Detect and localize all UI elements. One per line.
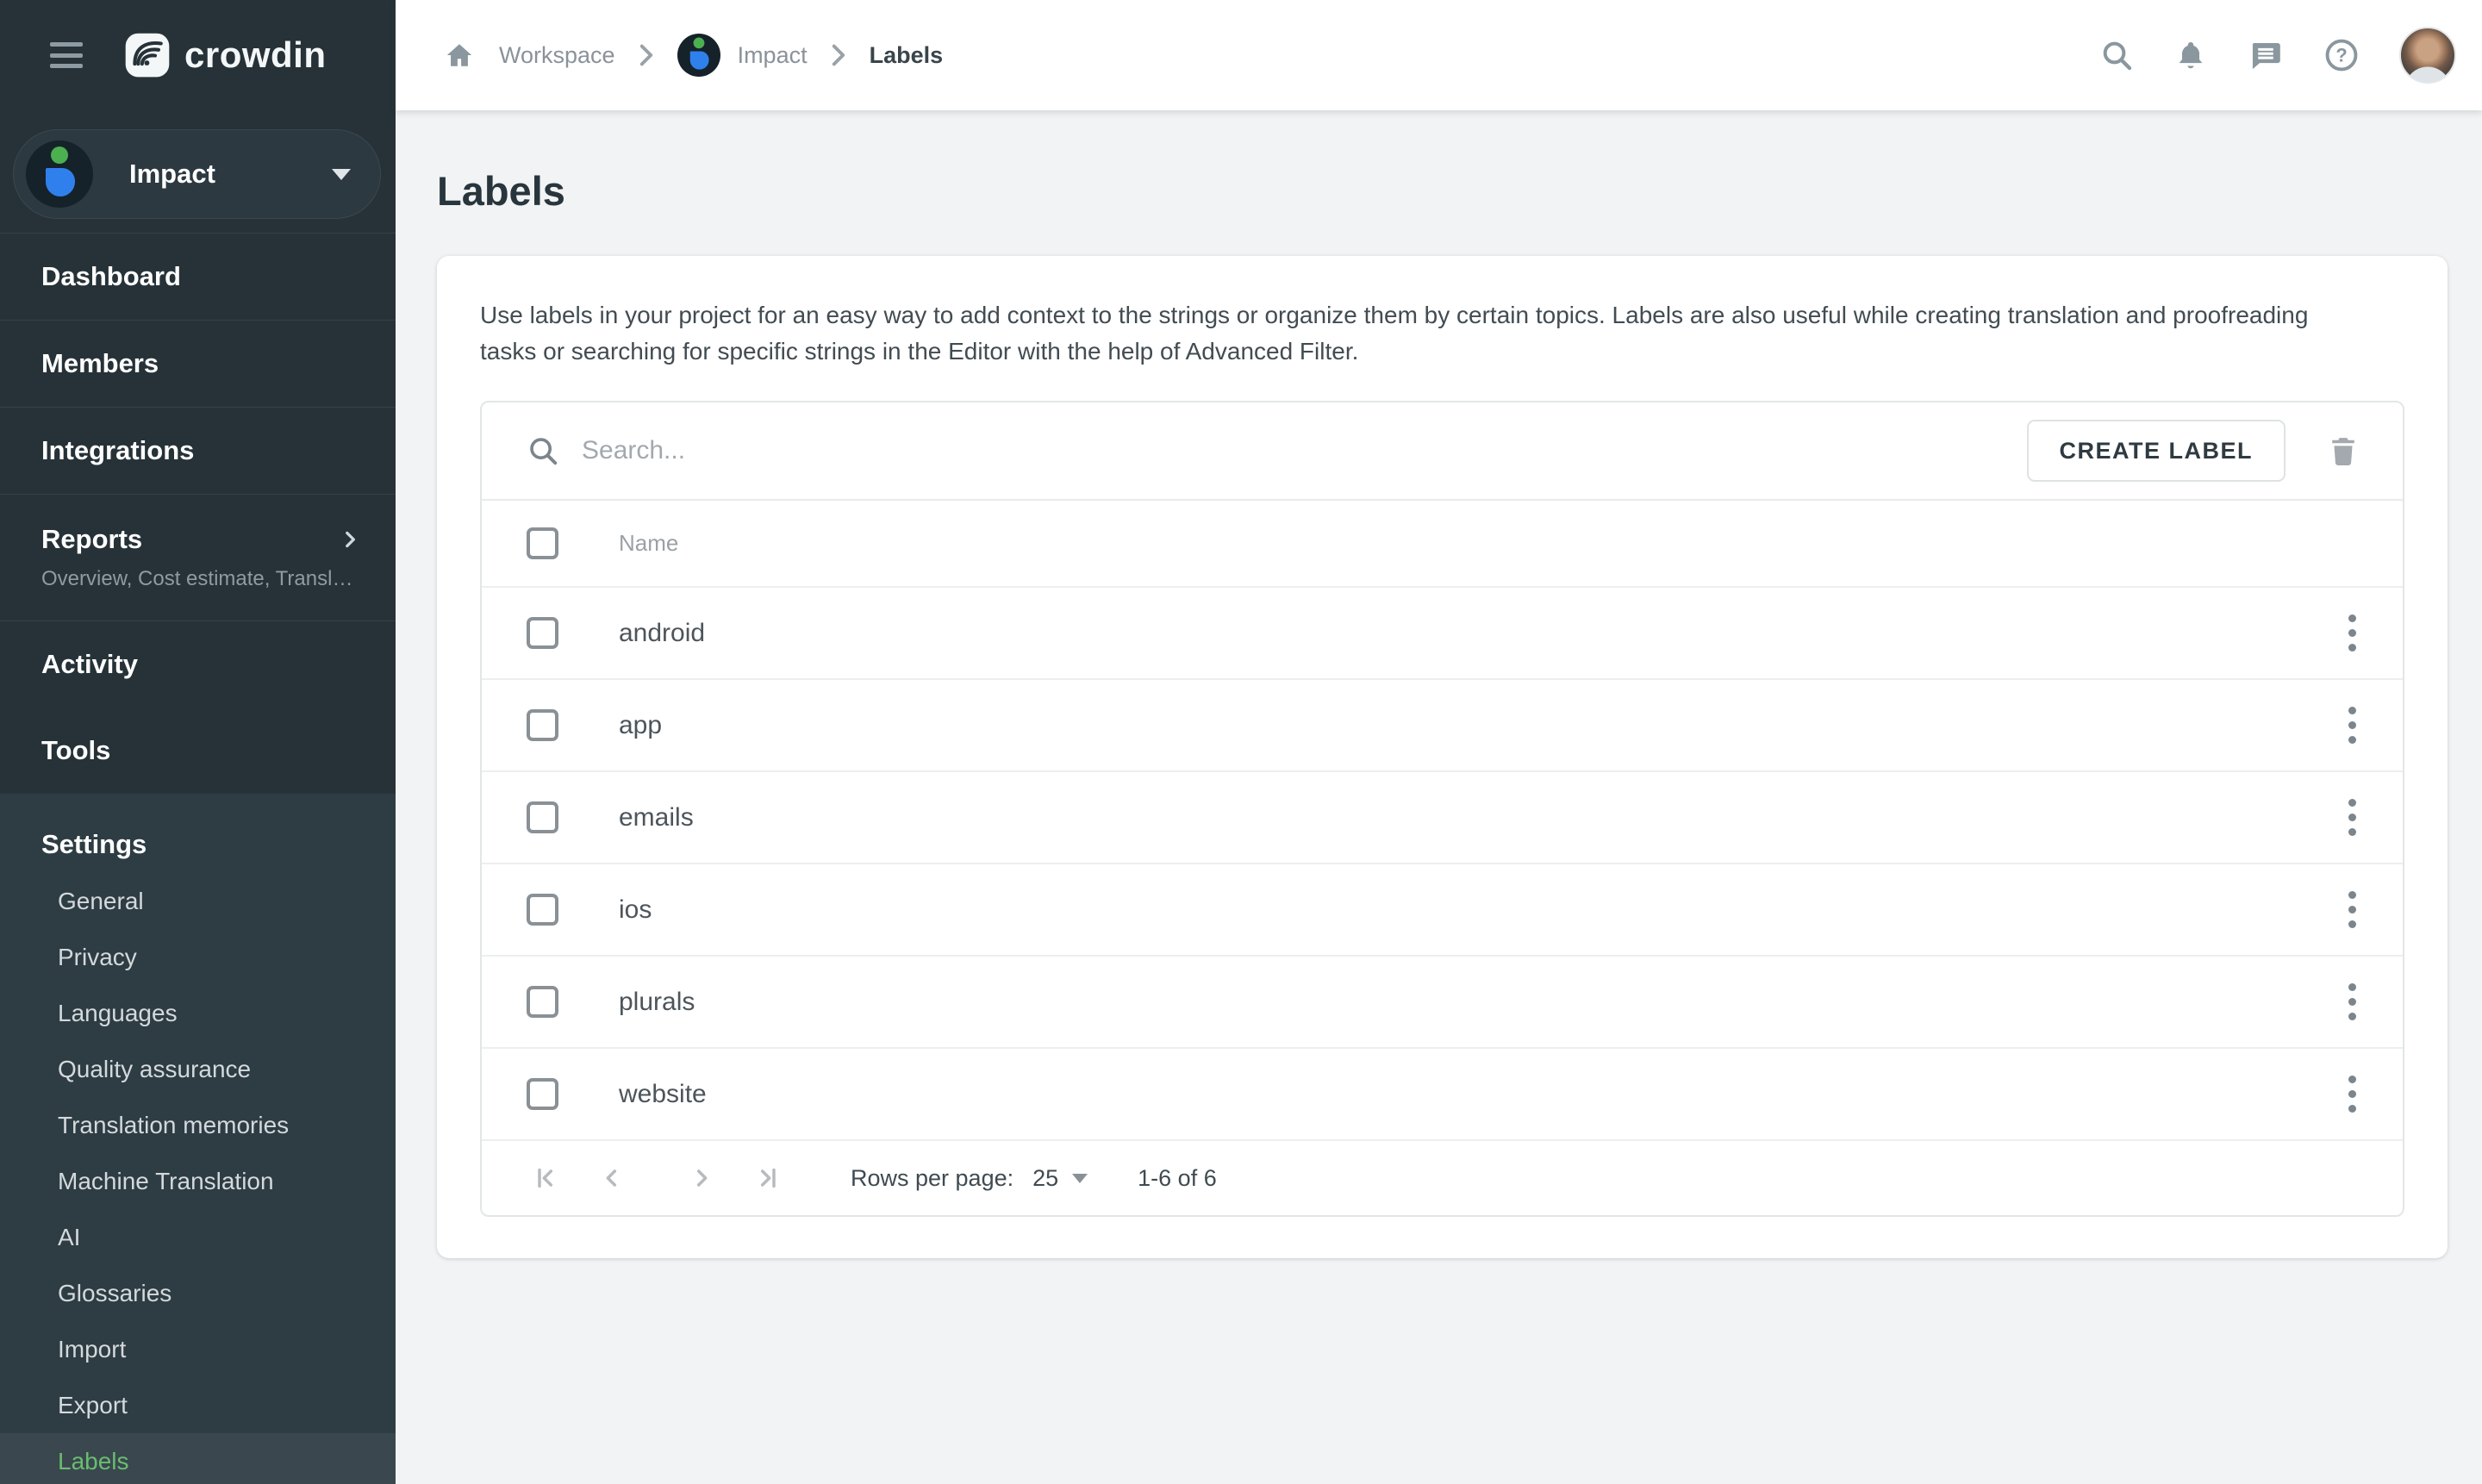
project-selector[interactable]: Impact xyxy=(13,129,381,219)
chevron-right-icon xyxy=(638,44,655,66)
chevron-right-icon xyxy=(339,528,361,551)
table-row[interactable]: plurals xyxy=(482,955,2403,1047)
select-all-checkbox[interactable] xyxy=(527,527,558,559)
topbar-icons: ? xyxy=(2099,27,2456,84)
help-icon[interactable]: ? xyxy=(2323,37,2360,73)
page-title: Labels xyxy=(437,167,2448,215)
kebab-menu-icon[interactable] xyxy=(2340,1067,2365,1121)
sidebar-item-glossaries[interactable]: Glossaries xyxy=(0,1265,396,1321)
settings-section-title: Settings xyxy=(0,816,396,873)
table-row[interactable]: emails xyxy=(482,770,2403,863)
sidebar-item-import[interactable]: Import xyxy=(0,1321,396,1377)
row-checkbox[interactable] xyxy=(527,986,558,1018)
breadcrumb: Workspace Impact Labels xyxy=(444,34,2099,77)
project-logo-icon xyxy=(26,140,93,208)
sidebar-item-translation-memories[interactable]: Translation memories xyxy=(0,1097,396,1153)
search-icon[interactable] xyxy=(2099,38,2134,72)
rows-per-page-label: Rows per page: xyxy=(851,1165,1013,1192)
table-row[interactable]: android xyxy=(482,586,2403,678)
project-logo-icon[interactable] xyxy=(677,34,720,77)
magnifier-icon xyxy=(527,434,559,467)
sidebar-header: crowdin xyxy=(0,0,396,110)
row-checkbox[interactable] xyxy=(527,894,558,926)
sidebar-item-members[interactable]: Members xyxy=(0,321,396,407)
sidebar-settings-section: Settings General Privacy Languages Quali… xyxy=(0,794,396,1484)
sidebar-item-quality-assurance[interactable]: Quality assurance xyxy=(0,1041,396,1097)
table-row[interactable]: website xyxy=(482,1047,2403,1139)
kebab-menu-icon[interactable] xyxy=(2340,606,2365,660)
last-page-icon[interactable] xyxy=(747,1158,787,1198)
row-checkbox[interactable] xyxy=(527,801,558,833)
breadcrumb-workspace[interactable]: Workspace xyxy=(499,42,615,69)
sidebar-item-tools[interactable]: Tools xyxy=(0,708,396,794)
label-name: android xyxy=(619,619,2340,648)
labels-description: Use labels in your project for an easy w… xyxy=(480,297,2359,370)
rows-per-page-value: 25 xyxy=(1032,1165,1058,1192)
table-row[interactable]: ios xyxy=(482,863,2403,955)
pagination: Rows per page: 25 1-6 of 6 xyxy=(482,1139,2403,1215)
hamburger-menu-icon[interactable] xyxy=(50,42,83,68)
search-bar xyxy=(527,434,2027,467)
labels-toolbar: CREATE LABEL xyxy=(482,402,2403,499)
chevron-right-icon xyxy=(830,44,847,66)
sidebar-item-export[interactable]: Export xyxy=(0,1377,396,1433)
breadcrumb-current-page: Labels xyxy=(870,42,944,69)
prev-page-icon[interactable] xyxy=(592,1158,632,1198)
row-checkbox[interactable] xyxy=(527,617,558,649)
sidebar-item-general[interactable]: General xyxy=(0,873,396,929)
sidebar-item-activity[interactable]: Activity xyxy=(0,621,396,708)
sidebar-item-reports[interactable]: Reports Overview, Cost estimate, Transl… xyxy=(0,495,396,620)
label-name: plurals xyxy=(619,988,2340,1017)
kebab-menu-icon[interactable] xyxy=(2340,790,2365,845)
row-checkbox[interactable] xyxy=(527,709,558,741)
chevron-down-icon xyxy=(332,169,351,180)
chevron-down-icon xyxy=(1072,1174,1088,1183)
table-row[interactable]: app xyxy=(482,678,2403,770)
crowdin-logo-icon xyxy=(124,32,171,78)
sidebar-item-ai[interactable]: AI xyxy=(0,1209,396,1265)
chat-icon[interactable] xyxy=(2248,37,2284,73)
label-name: emails xyxy=(619,803,2340,832)
label-name: ios xyxy=(619,895,2340,925)
sidebar: crowdin Impact Dashboard Members Integra… xyxy=(0,0,396,1484)
topbar: Workspace Impact Labels xyxy=(396,0,2482,110)
search-input[interactable] xyxy=(582,436,2027,465)
crowdin-logo[interactable]: crowdin xyxy=(124,32,327,78)
labels-panel: CREATE LABEL Name android app xyxy=(480,401,2404,1217)
crowdin-wordmark: crowdin xyxy=(184,34,327,76)
sidebar-item-privacy[interactable]: Privacy xyxy=(0,929,396,985)
create-label-button[interactable]: CREATE LABEL xyxy=(2027,420,2286,482)
page-content: Labels Use labels in your project for an… xyxy=(396,110,2482,1484)
first-page-icon[interactable] xyxy=(527,1158,566,1198)
label-name: app xyxy=(619,711,2340,740)
user-avatar[interactable] xyxy=(2399,27,2456,84)
kebab-menu-icon[interactable] xyxy=(2340,882,2365,937)
sidebar-item-integrations[interactable]: Integrations xyxy=(0,408,396,494)
row-checkbox[interactable] xyxy=(527,1078,558,1110)
sidebar-item-languages[interactable]: Languages xyxy=(0,985,396,1041)
sidebar-item-labels[interactable]: Labels xyxy=(0,1433,396,1484)
label-name: website xyxy=(619,1080,2340,1109)
main-area: Workspace Impact Labels xyxy=(396,0,2482,1484)
kebab-menu-icon[interactable] xyxy=(2340,975,2365,1029)
reports-subtitle: Overview, Cost estimate, Transl… xyxy=(41,567,361,591)
breadcrumb-project[interactable]: Impact xyxy=(738,42,808,69)
kebab-menu-icon[interactable] xyxy=(2340,698,2365,752)
bell-icon[interactable] xyxy=(2173,38,2208,72)
project-name: Impact xyxy=(129,159,332,190)
sidebar-item-machine-translation[interactable]: Machine Translation xyxy=(0,1153,396,1209)
name-column-header: Name xyxy=(619,530,678,557)
sidebar-item-dashboard[interactable]: Dashboard xyxy=(0,234,396,320)
home-icon[interactable] xyxy=(444,41,475,70)
pagination-range: 1-6 of 6 xyxy=(1138,1165,1217,1192)
table-header: Name xyxy=(482,499,2403,586)
trash-icon[interactable] xyxy=(2325,433,2361,469)
next-page-icon[interactable] xyxy=(682,1158,721,1198)
rows-per-page-select[interactable]: 25 xyxy=(1032,1165,1088,1192)
svg-text:?: ? xyxy=(2335,45,2347,66)
labels-card: Use labels in your project for an easy w… xyxy=(437,256,2448,1258)
